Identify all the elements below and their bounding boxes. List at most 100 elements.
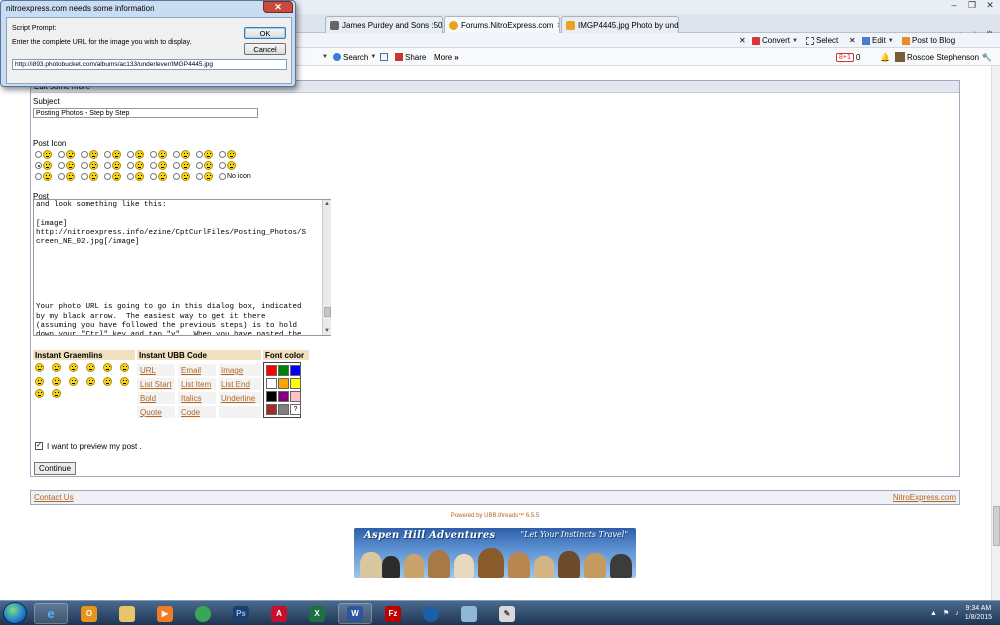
post-icon-option[interactable] [127, 172, 147, 181]
post-icon-option[interactable] [196, 150, 216, 159]
graemlin-icon[interactable] [69, 363, 78, 372]
graemlin-icon[interactable] [103, 377, 112, 386]
ie-taskbar-icon[interactable]: e [34, 603, 68, 624]
chrome-taskbar-icon[interactable] [186, 603, 220, 624]
scroll-down-icon[interactable]: ▼ [323, 327, 331, 335]
post-icon-option[interactable] [58, 172, 78, 181]
chevron-down-icon[interactable]: ▼ [322, 51, 328, 63]
google-earth-taskbar-icon[interactable] [414, 603, 448, 624]
graemlin-icon[interactable] [103, 363, 112, 372]
word-taskbar-icon[interactable]: W [338, 603, 372, 624]
font-color-swatch[interactable] [266, 404, 277, 415]
post-icon-option[interactable] [150, 150, 170, 159]
app-taskbar-icon[interactable] [452, 603, 486, 624]
font-color-swatch[interactable] [290, 365, 301, 376]
ubb-italics-link[interactable]: Italics [181, 394, 201, 403]
graemlin-icon[interactable] [35, 377, 44, 386]
graemlin-icon[interactable] [69, 377, 78, 386]
graemlin-icon[interactable] [52, 363, 61, 372]
post-scrollbar[interactable]: ▲ ▼ [322, 200, 331, 335]
post-textarea[interactable]: and look something like this: [image] ht… [33, 199, 331, 336]
ok-button[interactable]: OK [244, 27, 286, 39]
font-color-swatch[interactable] [278, 404, 289, 415]
ubb-list-start-link[interactable]: List Start [140, 380, 172, 389]
photoshop-taskbar-icon[interactable]: Ps [224, 603, 258, 624]
more-button[interactable]: More » [434, 51, 459, 63]
post-icon-option[interactable] [150, 172, 170, 181]
select-button[interactable]: Select [806, 34, 838, 47]
post-icon-option[interactable] [104, 172, 124, 181]
graemlin-icon[interactable] [86, 363, 95, 372]
media-player-taskbar-icon[interactable]: ▶ [148, 603, 182, 624]
post-icon-option[interactable] [173, 161, 193, 170]
no-icon-option[interactable]: No icon [219, 173, 259, 180]
tab-close-icon[interactable]: ✕ [556, 21, 559, 30]
font-color-swatch[interactable] [278, 391, 289, 402]
ubb-list-item-link[interactable]: List Item [181, 380, 211, 389]
post-icon-option[interactable] [58, 150, 78, 159]
graemlin-icon[interactable] [86, 377, 95, 386]
post-icon-option[interactable] [35, 161, 55, 170]
graemlin-icon[interactable] [120, 377, 129, 386]
url-input[interactable]: http://i893.photobucket.com/albums/ac133… [12, 59, 287, 70]
outlook-taskbar-icon[interactable]: O [72, 603, 106, 624]
show-hidden-icons-icon[interactable]: ▲ [930, 610, 937, 617]
start-button-icon[interactable] [3, 602, 27, 624]
bell-icon[interactable]: 🔔 [880, 51, 890, 63]
graemlin-icon[interactable] [52, 389, 61, 398]
post-icon-option[interactable] [173, 150, 193, 159]
post-icon-option[interactable] [81, 172, 101, 181]
tab-nitroexpress[interactable]: Forums.NitroExpress.com ✕ [444, 16, 560, 33]
convert-button[interactable]: Convert ▼ [752, 34, 798, 47]
graemlin-icon[interactable] [35, 389, 44, 398]
page-scroll-thumb[interactable] [993, 506, 1000, 546]
subject-input[interactable]: Posting Photos - Step by Step [33, 108, 258, 118]
font-color-swatch[interactable] [278, 378, 289, 389]
post-icon-option[interactable] [150, 161, 170, 170]
tab-photobucket[interactable]: IMGP4445.jpg Photo by underl... [561, 16, 679, 33]
maximize-icon[interactable]: ❐ [966, 0, 978, 10]
share-button[interactable]: Share [395, 51, 426, 63]
mail-button[interactable] [380, 51, 388, 63]
explorer-taskbar-icon[interactable] [110, 603, 144, 624]
wrench-icon[interactable]: 🔧 [982, 51, 992, 63]
contact-us-link[interactable]: Contact Us [34, 493, 74, 502]
ubb-quote-link[interactable]: Quote [140, 408, 162, 417]
edit-button[interactable]: Edit ▼ [862, 34, 894, 47]
excel-taskbar-icon[interactable]: X [300, 603, 334, 624]
post-icon-option[interactable] [219, 161, 239, 170]
user-menu[interactable]: Roscoe Stephenson ▼ [895, 51, 987, 63]
dialog-close-icon[interactable]: ✕ [263, 1, 293, 13]
acrobat-taskbar-icon[interactable]: A [262, 603, 296, 624]
font-color-swatch[interactable] [266, 378, 277, 389]
graemlin-icon[interactable] [35, 363, 44, 372]
close-window-icon[interactable]: ✕ [984, 0, 996, 10]
ubb-list-end-link[interactable]: List End [221, 380, 250, 389]
continue-button[interactable]: Continue [34, 462, 77, 475]
post-icon-option[interactable] [127, 161, 147, 170]
post-icon-option[interactable] [81, 150, 101, 159]
preview-checkbox[interactable]: ✓ [35, 442, 43, 450]
font-color-swatch[interactable] [278, 365, 289, 376]
ubb-url-link[interactable]: URL [140, 366, 156, 375]
ubb-code-link[interactable]: Code [181, 408, 200, 417]
clock[interactable]: 9:34 AM 1/8/2015 [965, 604, 992, 622]
post-icon-option[interactable] [104, 161, 124, 170]
post-icon-option[interactable] [196, 161, 216, 170]
post-icon-option[interactable] [127, 150, 147, 159]
ubb-image-link[interactable]: Image [221, 366, 243, 375]
font-color-swatch[interactable] [266, 365, 277, 376]
close-x-icon[interactable]: ✕ [739, 34, 746, 47]
tab-purdey[interactable]: James Purdey and Sons :500 B... [325, 16, 443, 33]
graemlin-icon[interactable] [52, 377, 61, 386]
font-color-swatch[interactable] [290, 378, 301, 389]
ubb-email-link[interactable]: Email [181, 366, 201, 375]
graemlin-icon[interactable] [120, 363, 129, 372]
powered-by-link[interactable]: Powered by UBB.threads™ 6.5.5 [0, 513, 990, 519]
post-icon-option[interactable] [35, 172, 55, 181]
post-icon-option[interactable] [173, 172, 193, 181]
cancel-button[interactable]: Cancel [244, 43, 286, 55]
volume-icon[interactable]: ♪ [955, 610, 959, 617]
aspen-hill-banner[interactable]: Aspen Hill Adventures "Let Your Instinct… [354, 528, 636, 578]
nitroexpress-home-link[interactable]: NitroExpress.com [893, 493, 956, 502]
